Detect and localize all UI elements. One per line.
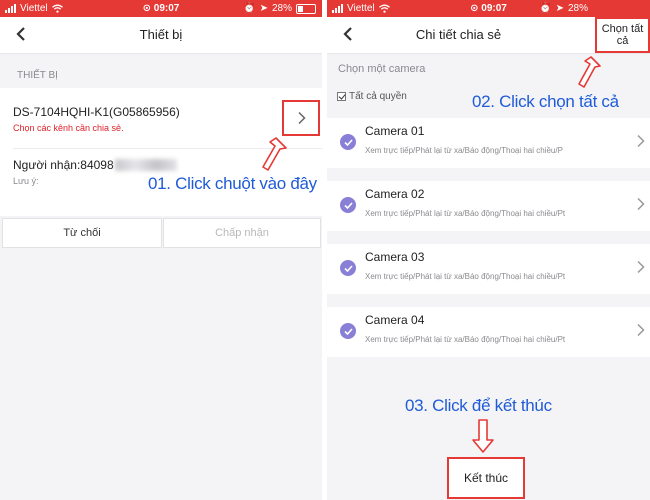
finish-label: Kết thúc — [463, 471, 509, 485]
battery-percent: 28% — [271, 3, 292, 14]
chevron-right-icon — [637, 323, 645, 337]
camera-name: Camera 04 — [365, 313, 425, 327]
status-bar: Viettel ⊙ 09:07 ⏰ ➤ 28% — [0, 0, 322, 17]
battery-level — [298, 5, 304, 12]
right-phone-screen: Viettel ⊙ 09:07 ⏰ ➤ 28% Chi tiết chia sẻ… — [327, 0, 650, 500]
section-label: Chọn một camera — [338, 63, 426, 75]
chevron-right-icon — [637, 197, 645, 211]
all-permissions-label: Tất cả quyền — [349, 91, 407, 102]
camera-name: Camera 02 — [365, 187, 425, 201]
lock-rotation-icon: ⊙ — [142, 3, 152, 14]
camera-name: Camera 01 — [365, 124, 425, 138]
receiver-label: Người nhận:84098 — [13, 158, 114, 172]
navigation-bar: Thiết bị — [0, 17, 322, 54]
camera-permissions: Xem trực tiếp/Phát lại từ xa/Báo động/Th… — [365, 335, 566, 344]
chevron-right-icon — [637, 260, 645, 274]
status-time: 09:07 — [153, 3, 180, 14]
all-permissions-checkbox[interactable]: Tất cả quyền — [337, 91, 407, 102]
battery-percent: 28% — [567, 3, 588, 14]
location-icon: ➤ — [259, 3, 268, 14]
select-all-button[interactable]: Chọn tất cả — [595, 17, 650, 53]
alarm-icon: ⏰ — [539, 3, 552, 14]
step3-annotation: 03. Click để kết thúc — [405, 396, 552, 415]
note-label: Lưu ý: — [13, 176, 39, 186]
section-label: THIẾT BỊ — [17, 70, 58, 81]
arrow-up-right-icon — [578, 56, 601, 88]
arrow-down-icon — [472, 419, 494, 453]
checked-circle-icon — [340, 197, 356, 213]
camera-row[interactable]: Camera 01 Xem trực tiếp/Phát lại từ xa/B… — [327, 118, 650, 168]
page-title: Thiết bị — [139, 27, 183, 42]
camera-permissions: Xem trực tiếp/Phát lại từ xa/Báo động/Th… — [365, 146, 563, 155]
lock-rotation-icon: ⊙ — [470, 3, 479, 14]
camera-permissions: Xem trực tiếp/Phát lại từ xa/Báo động/Th… — [365, 209, 566, 218]
camera-permissions: Xem trực tiếp/Phát lại từ xa/Báo động/Th… — [365, 272, 566, 281]
location-icon: ➤ — [555, 3, 564, 14]
select-all-label: Chọn tất cả — [601, 23, 644, 47]
device-detail-button[interactable] — [282, 100, 320, 136]
battery-icon — [296, 3, 316, 14]
checked-circle-icon — [340, 260, 356, 276]
chevron-right-icon — [637, 134, 645, 148]
camera-row[interactable]: Camera 02 Xem trực tiếp/Phát lại từ xa/B… — [327, 181, 650, 231]
blurred-phone-number — [114, 159, 177, 171]
camera-row[interactable]: Camera 03 Xem trực tiếp/Phát lại từ xa/B… — [327, 244, 650, 294]
status-time: 09:07 — [481, 3, 507, 14]
device-name: DS-7104HQHI-K1(G05865956) — [13, 105, 180, 119]
camera-row[interactable]: Camera 04 Xem trực tiếp/Phát lại từ xa/B… — [327, 307, 650, 357]
checkbox-icon — [337, 92, 346, 101]
accept-button[interactable]: Chấp nhận — [163, 218, 321, 248]
checked-circle-icon — [340, 134, 356, 150]
finish-button[interactable]: Kết thúc — [447, 457, 525, 499]
alarm-icon: ⏰ — [243, 3, 256, 14]
chevron-right-icon — [297, 111, 306, 125]
checked-circle-icon — [340, 323, 356, 339]
step1-annotation: 01. Click chuột vào đây — [148, 174, 317, 193]
receiver-field: Người nhận:84098 — [13, 158, 177, 172]
reject-button[interactable]: Từ chối — [2, 218, 162, 248]
channel-hint: Chọn các kênh cần chia sẻ. — [13, 123, 124, 133]
step2-annotation: 02. Click chọn tất cả — [472, 92, 619, 111]
camera-name: Camera 03 — [365, 250, 425, 264]
page-title: Chi tiết chia sẻ — [415, 27, 502, 42]
arrow-up-right-icon — [262, 137, 287, 171]
left-phone-screen: Viettel ⊙ 09:07 ⏰ ➤ 28% Thiết bị THIẾT B… — [0, 0, 322, 500]
status-bar: Viettel ⊙ 09:07 ⏰ ➤ 28% — [327, 0, 650, 17]
